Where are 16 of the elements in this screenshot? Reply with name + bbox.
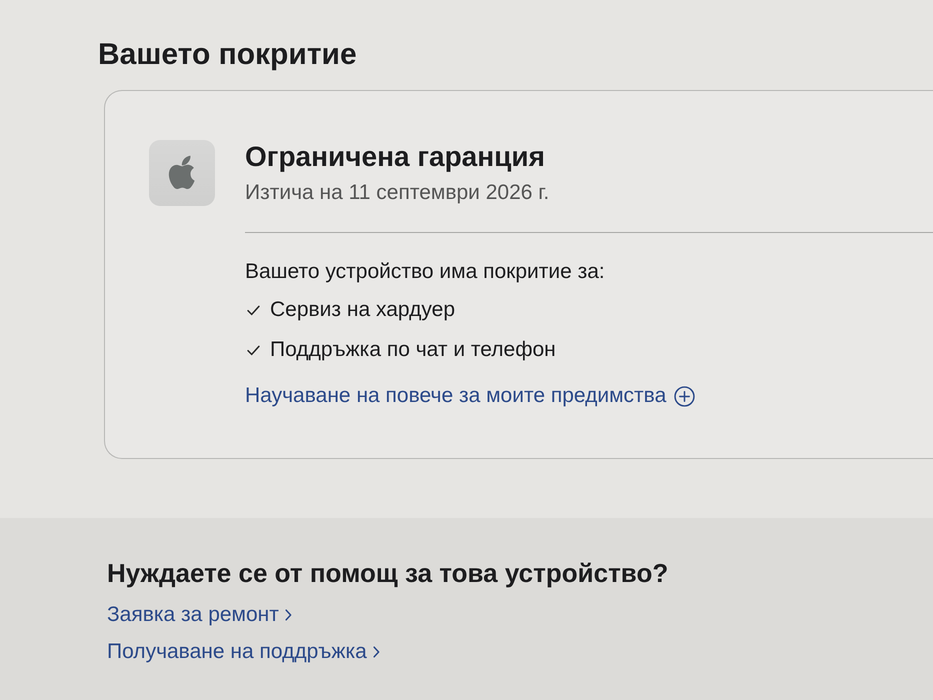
coverage-intro-text: Вашето устройство има покритие за: — [245, 259, 605, 285]
check-icon — [247, 304, 260, 316]
coverage-item-text: Поддръжка по чат и телефон — [270, 337, 556, 363]
coverage-item-text: Сервиз на хардуер — [270, 297, 456, 323]
help-link[interactable]: Заявка за ремонт — [107, 602, 292, 628]
help-title: Нуждаете се от помощ за това устройство? — [107, 557, 668, 589]
check-icon — [247, 344, 260, 356]
expiry-date-text: Изтича на 11 септември 2026 г. — [245, 180, 550, 206]
section-title: Вашето покритие — [98, 37, 357, 73]
chevron-icon — [372, 646, 380, 658]
apple-icon — [149, 140, 215, 206]
help-link[interactable]: Получаване на поддръжка — [107, 639, 380, 665]
chevron-icon — [284, 609, 292, 621]
plus-circle-icon — [674, 386, 696, 406]
learn-more-link[interactable]: Научаване на повече за моите предимства — [245, 383, 696, 409]
warranty-title: Ограничена гаранция — [245, 140, 545, 174]
